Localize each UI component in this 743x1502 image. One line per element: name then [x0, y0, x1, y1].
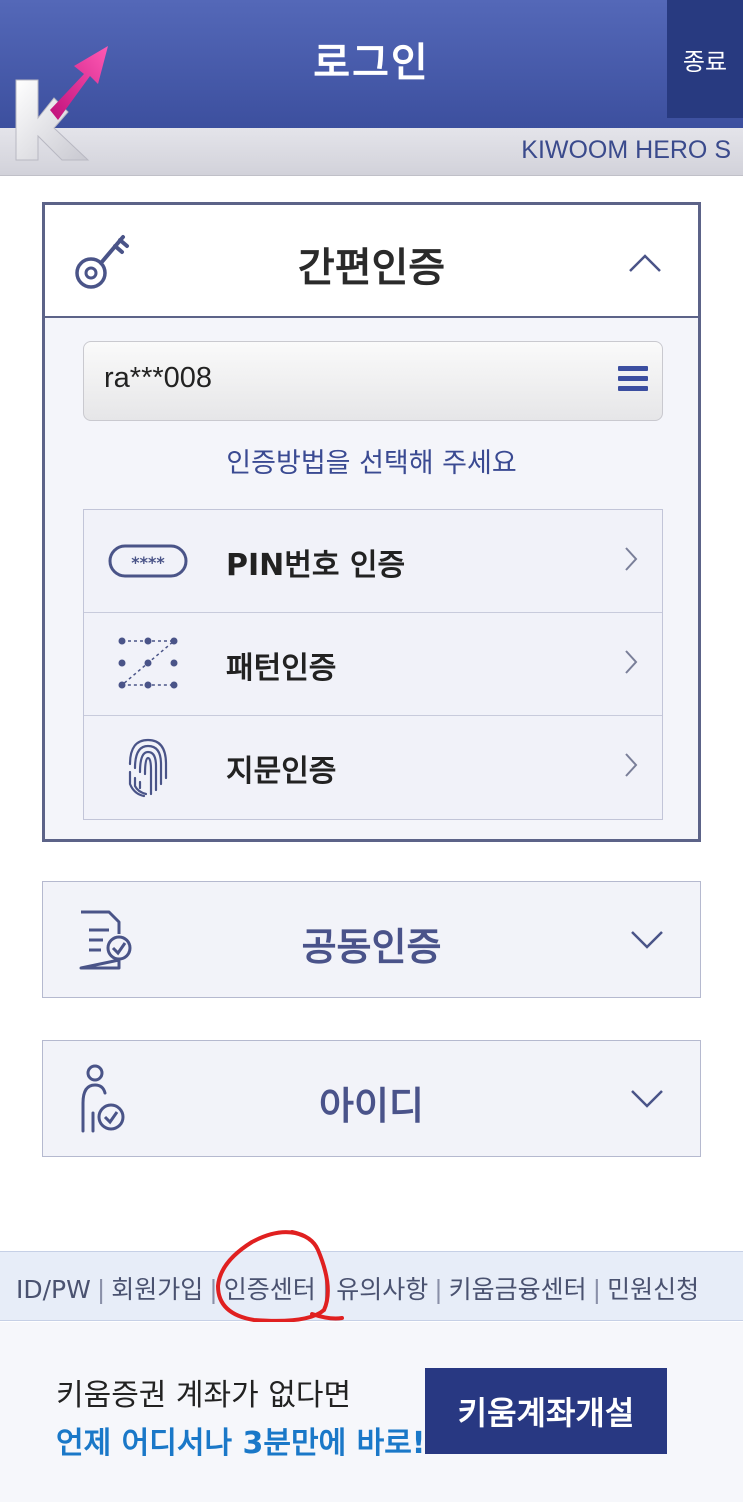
link-cert-center[interactable]: 인증센터 [224, 1275, 316, 1304]
link-signup[interactable]: 회원가입 [111, 1275, 203, 1304]
joint-auth-title: 공동인증 [301, 925, 442, 969]
link-separator: | [96, 1275, 106, 1304]
footer-links: ID/PW | 회원가입 | 인증센터 | 유의사항 | 키움금융센터 | 민원신청 [16, 1270, 699, 1306]
link-separator: | [209, 1275, 218, 1304]
simple-auth-title: 간편인증 [297, 245, 446, 291]
link-finance-center[interactable]: 키움금융센터 [449, 1275, 587, 1304]
chevron-up-icon[interactable] [628, 253, 662, 273]
promo-section: 키움증권 계좌가 없다면 언제 어디서나 3분만에 바로! 키움계좌개설 [0, 1322, 743, 1502]
link-separator: | [592, 1275, 602, 1304]
pin-icon: **** [108, 544, 188, 578]
chevron-right-icon [625, 753, 638, 777]
pin-icon-text: **** [131, 553, 165, 572]
auth-guide-text: 인증방법을 선택해 주세요 [226, 448, 517, 479]
id-login-title: 아이디 [319, 1084, 424, 1128]
open-account-button[interactable]: 키움계좌개설 [425, 1368, 667, 1454]
link-separator: | [321, 1275, 331, 1304]
brand-name: KIWOOM HERO S [521, 136, 731, 164]
link-complaint[interactable]: 민원신청 [607, 1275, 699, 1304]
auth-method-pin[interactable]: **** PIN번호 인증 [84, 510, 662, 613]
footer-links-bar: ID/PW | 회원가입 | 인증센터 | 유의사항 | 키움금융센터 | 민원신청 [0, 1251, 743, 1321]
auth-method-pattern[interactable]: 패턴인증 [84, 613, 662, 716]
auth-method-label: 지문인증 [226, 754, 337, 789]
link-separator: | [434, 1275, 443, 1304]
promo-line1: 키움증권 계좌가 없다면 [56, 1378, 352, 1413]
chevron-down-icon[interactable] [630, 1089, 664, 1109]
menu-icon[interactable] [618, 366, 648, 396]
id-login-panel[interactable]: 아이디 [42, 1040, 701, 1157]
account-select[interactable]: ra***008 [83, 341, 663, 421]
kiwoom-logo-icon [15, 46, 108, 161]
exit-button[interactable]: 종료 [667, 0, 743, 118]
auth-method-list: **** PIN번호 인증 패턴인증 지문인증 [83, 509, 663, 820]
fingerprint-icon [128, 738, 168, 798]
link-notice[interactable]: 유의사항 [336, 1275, 428, 1304]
simple-auth-panel: 간편인증 ra***008 인증방법을 선택해 주세요 **** PIN번호 인… [42, 202, 701, 842]
simple-auth-header[interactable]: 간편인증 [45, 205, 698, 318]
chevron-down-icon[interactable] [630, 930, 664, 950]
auth-method-label: PIN번호 인증 [226, 548, 406, 583]
account-id-value: ra***008 [104, 362, 213, 394]
chevron-right-icon [625, 547, 638, 571]
auth-method-label: 패턴인증 [226, 651, 337, 686]
promo-line2: 언제 어디서나 3분만에 바로! [56, 1426, 426, 1461]
link-id-pw[interactable]: ID/PW [16, 1275, 91, 1304]
exit-button-label: 종료 [682, 47, 728, 76]
pattern-icon [118, 637, 178, 689]
joint-auth-panel[interactable]: 공동인증 [42, 881, 701, 998]
chevron-right-icon [625, 650, 638, 674]
auth-method-fingerprint[interactable]: 지문인증 [84, 716, 662, 819]
